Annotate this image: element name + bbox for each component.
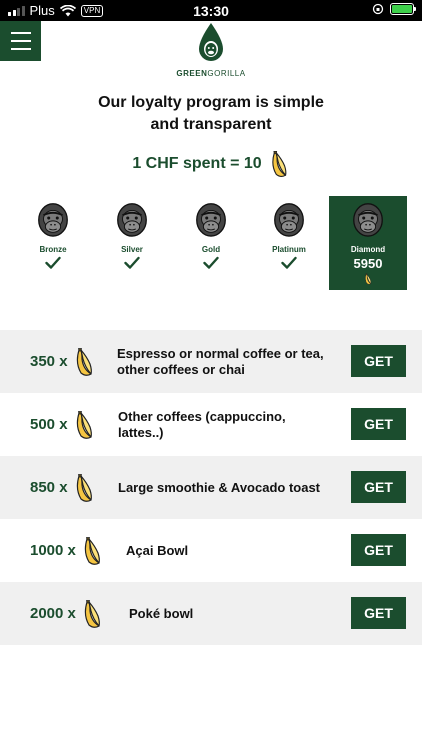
get-reward-button[interactable]: GET	[351, 534, 406, 566]
banana-icon	[271, 151, 287, 177]
reward-description: Espresso or normal coffee or tea, other …	[117, 345, 324, 377]
tier-platinum: Platinum	[250, 196, 328, 290]
reward-cost: 350 x	[30, 330, 95, 393]
banana-icon	[365, 273, 372, 285]
gorilla-icon	[38, 203, 68, 237]
tier-gold: Gold	[172, 196, 250, 290]
reward-cost: 500 x	[30, 393, 95, 456]
reward-description: Açai Bowl	[126, 542, 189, 558]
get-reward-button[interactable]: GET	[351, 471, 406, 503]
tier-label: Platinum	[272, 245, 306, 254]
battery-icon	[390, 3, 416, 15]
status-bar: Plus VPN 13:30	[0, 0, 422, 21]
points-balance: 5950	[353, 256, 383, 271]
tier-label: Gold	[201, 245, 221, 254]
banana-icon	[76, 347, 92, 376]
brand-logo: GREENGORILLA	[160, 22, 262, 78]
clock: 13:30	[193, 3, 229, 19]
tier-silver: Silver	[93, 196, 171, 290]
reward-row: 350 x Espresso or normal coffee or tea, …	[0, 330, 422, 393]
reward-row: 850 x Large smoothie & Avocado toast GET	[0, 456, 422, 519]
cost-amount: 1000 x	[30, 542, 76, 559]
reward-description: Other coffees (cappuccino, lattes..)	[118, 408, 286, 440]
reward-description: Large smoothie & Avocado toast	[118, 479, 321, 495]
gorilla-drop-logo-icon	[199, 23, 223, 61]
gorilla-icon	[274, 203, 304, 237]
orientation-lock-icon	[372, 3, 384, 15]
reward-description: Poké bowl	[129, 605, 194, 621]
get-reward-button[interactable]: GET	[351, 345, 406, 377]
earn-rate-text: 1 CHF spent = 10	[132, 155, 262, 172]
banana-icon	[76, 473, 92, 502]
reward-cost: 2000 x	[30, 582, 103, 645]
reward-row: 500 x Other coffees (cappuccino, lattes.…	[0, 393, 422, 456]
banana-icon	[84, 536, 100, 565]
check-icon	[45, 256, 61, 269]
reward-cost: 850 x	[30, 456, 95, 519]
logo-wordmark: GREENGORILLA	[176, 69, 246, 78]
hamburger-icon	[10, 32, 31, 34]
page-title: Our loyalty program is simple and transp…	[0, 92, 422, 136]
check-icon	[203, 256, 219, 269]
banana-icon	[76, 410, 92, 439]
earn-rate: 1 CHF spent = 10	[0, 150, 422, 178]
cost-amount: 500 x	[30, 416, 68, 433]
tier-label: Diamond	[350, 245, 386, 254]
tier-label: Bronze	[39, 245, 67, 254]
title-line-2: and transparent	[150, 116, 272, 133]
banana-icon	[84, 599, 100, 628]
cost-amount: 350 x	[30, 353, 68, 370]
get-reward-button[interactable]: GET	[351, 597, 406, 629]
gorilla-icon	[196, 203, 226, 237]
check-icon	[281, 256, 297, 269]
reward-cost: 1000 x	[30, 519, 103, 582]
gorilla-icon	[353, 203, 383, 237]
menu-button[interactable]	[0, 21, 41, 61]
gorilla-icon	[117, 203, 147, 237]
cost-amount: 850 x	[30, 479, 68, 496]
tier-bronze: Bronze	[14, 196, 92, 290]
cost-amount: 2000 x	[30, 605, 76, 622]
title-line-1: Our loyalty program is simple	[98, 94, 324, 111]
tier-label: Silver	[121, 245, 143, 254]
status-right	[372, 3, 416, 15]
tier-diamond-current: Diamond 5950	[329, 196, 407, 290]
reward-row: 1000 x Açai Bowl GET	[0, 519, 422, 582]
reward-row: 2000 x Poké bowl GET	[0, 582, 422, 645]
check-icon	[124, 256, 140, 269]
get-reward-button[interactable]: GET	[351, 408, 406, 440]
